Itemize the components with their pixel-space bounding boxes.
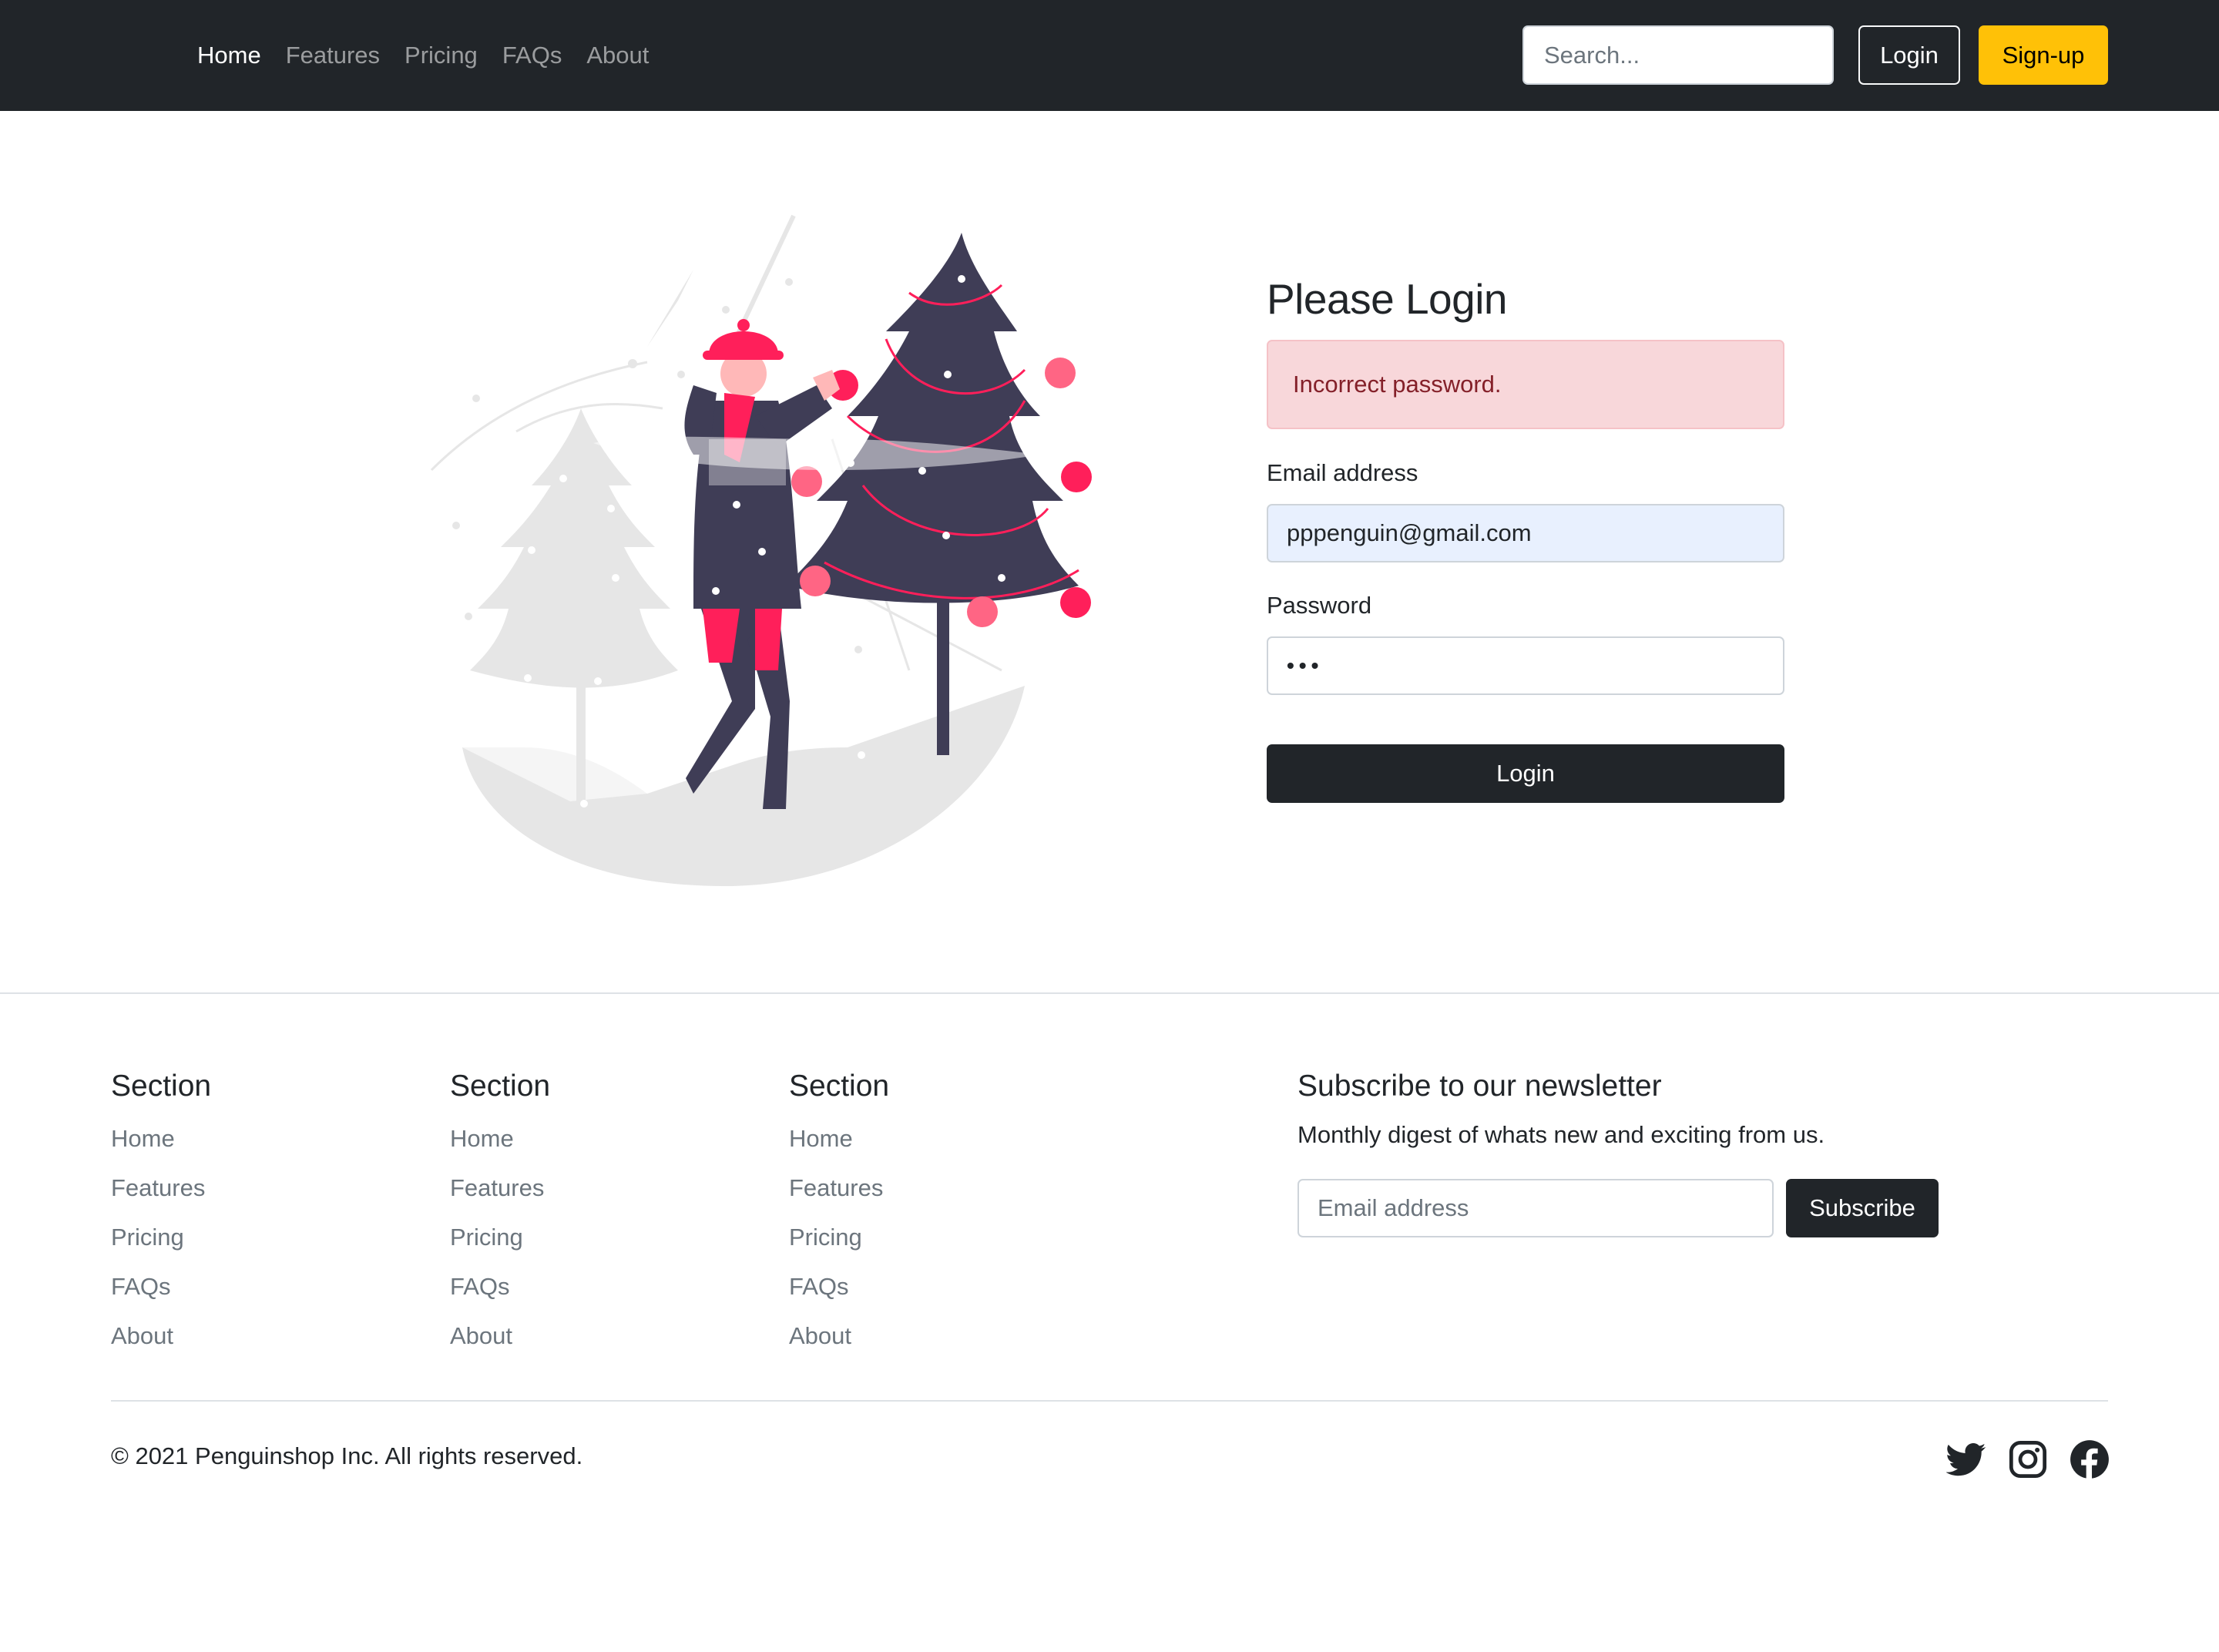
instagram-icon[interactable] xyxy=(2008,1439,2048,1479)
footer-link-pricing[interactable]: Pricing xyxy=(450,1213,550,1262)
footer-link-faqs[interactable]: FAQs xyxy=(111,1262,211,1311)
footer-section-title: Section xyxy=(789,1069,890,1103)
nav-link-home[interactable]: Home xyxy=(197,42,261,69)
subscribe-button[interactable]: Subscribe xyxy=(1786,1179,1939,1237)
footer-section-title: Section xyxy=(450,1069,551,1103)
top-navbar: Home Features Pricing FAQs About Login S… xyxy=(0,0,2219,111)
footer-link-home[interactable]: Home xyxy=(789,1114,889,1163)
footer-link-features[interactable]: Features xyxy=(111,1163,211,1213)
twitter-icon[interactable] xyxy=(1946,1439,1986,1479)
footer-link-faqs[interactable]: FAQs xyxy=(789,1262,889,1311)
error-alert: Incorrect password. xyxy=(1267,340,1784,429)
newsletter-section: Subscribe to our newsletter Monthly dige… xyxy=(1297,1066,1825,1156)
christmas-tree-illustration xyxy=(430,214,1092,886)
footer-link-home[interactable]: Home xyxy=(450,1114,550,1163)
footer-link-faqs[interactable]: FAQs xyxy=(450,1262,550,1311)
search-input[interactable] xyxy=(1522,25,1834,85)
footer-section-title: Section xyxy=(111,1069,212,1103)
nav-link-faqs[interactable]: FAQs xyxy=(502,42,562,69)
footer-link-about[interactable]: About xyxy=(111,1311,211,1361)
footer-link-pricing[interactable]: Pricing xyxy=(111,1213,211,1262)
login-submit-button[interactable]: Login xyxy=(1267,744,1784,803)
newsletter-description: Monthly digest of whats new and exciting… xyxy=(1297,1121,1825,1148)
nav-link-features[interactable]: Features xyxy=(286,42,380,69)
password-mask: ••• xyxy=(1287,653,1324,677)
page-title: Please Login xyxy=(1267,275,1508,323)
footer-link-features[interactable]: Features xyxy=(450,1163,550,1213)
newsletter-title: Subscribe to our newsletter xyxy=(1297,1069,1662,1103)
footer-border xyxy=(0,992,2219,994)
footer-link-about[interactable]: About xyxy=(789,1311,889,1361)
password-field[interactable]: ••• xyxy=(1267,636,1784,695)
footer-divider xyxy=(111,1400,2108,1402)
password-label: Password xyxy=(1267,592,1372,619)
nav-signup-button[interactable]: Sign-up xyxy=(1979,25,2108,85)
email-field[interactable]: pppenguin@gmail.com xyxy=(1267,504,1784,562)
facebook-icon[interactable] xyxy=(2070,1439,2110,1479)
footer-section-1: Section Home Features Pricing FAQs About xyxy=(111,1066,211,1361)
nav-login-button[interactable]: Login xyxy=(1858,25,1960,85)
footer-link-about[interactable]: About xyxy=(450,1311,550,1361)
nav-links: Home Features Pricing FAQs About xyxy=(197,0,673,111)
newsletter-email-input[interactable] xyxy=(1297,1179,1774,1237)
nav-link-pricing[interactable]: Pricing xyxy=(405,42,478,69)
footer-link-pricing[interactable]: Pricing xyxy=(789,1213,889,1262)
copyright-text: © 2021 Penguinshop Inc. All rights reser… xyxy=(111,1442,583,1469)
footer-link-home[interactable]: Home xyxy=(111,1114,211,1163)
nav-link-about[interactable]: About xyxy=(586,42,649,69)
footer-section-2: Section Home Features Pricing FAQs About xyxy=(450,1066,550,1361)
footer-link-features[interactable]: Features xyxy=(789,1163,889,1213)
email-label: Email address xyxy=(1267,459,1418,486)
footer-section-3: Section Home Features Pricing FAQs About xyxy=(789,1066,889,1361)
